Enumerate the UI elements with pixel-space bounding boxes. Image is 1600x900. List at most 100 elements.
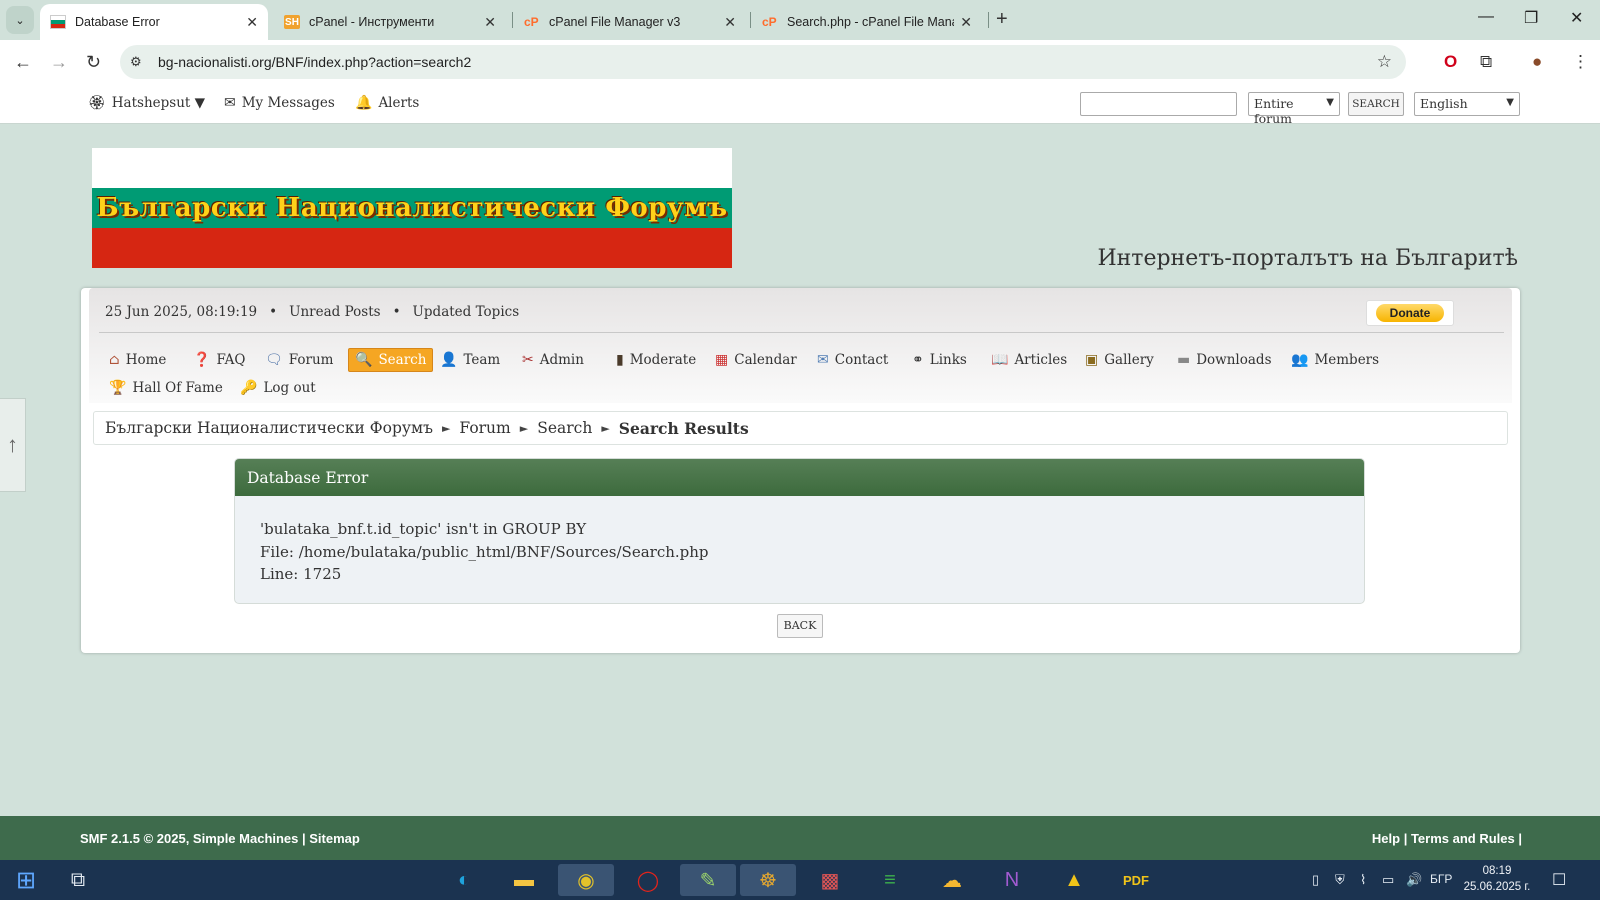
system-clock[interactable]: 08:19 25.06.2025 г. bbox=[1462, 863, 1532, 895]
breadcrumb-forum[interactable]: Forum bbox=[459, 419, 510, 437]
gimp-icon[interactable]: ☸ bbox=[740, 864, 796, 896]
my-messages-link[interactable]: ✉ My Messages bbox=[224, 95, 335, 111]
notifications-icon[interactable]: ☐ bbox=[1552, 870, 1566, 890]
menu-item-log-out[interactable]: 🔑 Log out bbox=[234, 376, 322, 400]
menu-item-admin[interactable]: ✂ Admin bbox=[516, 348, 590, 372]
chrome-icon[interactable]: ◉ bbox=[558, 864, 614, 896]
menu-item-search[interactable]: 🔍 Search bbox=[348, 348, 434, 372]
layers-app-icon[interactable]: ≡ bbox=[870, 864, 910, 896]
paperclip-tray-icon[interactable]: ⌇ bbox=[1360, 872, 1366, 888]
profile-avatar-icon[interactable]: ● bbox=[1532, 52, 1542, 72]
edge-browser-icon[interactable]: ◐ bbox=[444, 864, 484, 896]
menu-item-team[interactable]: 👤 Team bbox=[434, 348, 506, 372]
onenote-icon[interactable]: N bbox=[992, 864, 1032, 896]
pdf-app-icon[interactable]: PDF bbox=[1116, 864, 1156, 896]
close-tab-icon[interactable]: ✕ bbox=[960, 14, 972, 31]
forward-arrow-icon[interactable]: → bbox=[50, 52, 68, 73]
opera-extension-icon[interactable]: O bbox=[1444, 52, 1457, 72]
tab-title: cPanel - Инструменти bbox=[309, 15, 435, 29]
menu-item-faq[interactable]: ❓ FAQ bbox=[187, 348, 251, 372]
menu-label: Gallery bbox=[1104, 352, 1154, 368]
warning-app-icon[interactable]: ▲ bbox=[1054, 864, 1094, 896]
tab-database-error[interactable]: Database Error ✕ bbox=[40, 4, 268, 40]
bookmark-star-icon[interactable]: ☆ bbox=[1377, 52, 1392, 72]
donate-button[interactable]: Donate bbox=[1366, 300, 1454, 326]
site-info-icon[interactable]: ⚙ bbox=[130, 54, 150, 70]
footer-links[interactable]: Help | Terms and Rules | bbox=[1372, 831, 1522, 846]
browser-menu-icon[interactable]: ⋮ bbox=[1572, 52, 1589, 72]
menu-label: Contact bbox=[834, 352, 889, 368]
tab-title: cPanel File Manager v3 bbox=[549, 15, 681, 29]
menu-label: Hall Of Fame bbox=[132, 380, 223, 396]
windows-taskbar: ⊞ ⧉ ◐ ▬ ◉ ◯ ✎ ☸ ▩ ≡ ☁ N ▲ PDF ▯ ⛨ ⌇ ▭ 🔊 … bbox=[0, 860, 1600, 900]
menu-item-links[interactable]: ⚭ Links bbox=[906, 348, 973, 372]
menu-item-members[interactable]: 👥 Members bbox=[1285, 348, 1385, 372]
breadcrumb: Български Националистически Форумъ ► For… bbox=[93, 411, 1508, 445]
tab-cpanel-file-manager[interactable]: cP cPanel File Manager v3 ✕ bbox=[514, 4, 746, 40]
breadcrumb-search[interactable]: Search bbox=[537, 419, 592, 437]
usb-tray-icon[interactable]: ▯ bbox=[1312, 872, 1319, 888]
double-commander-icon[interactable]: ▩ bbox=[810, 864, 850, 896]
language-select[interactable]: English ▼ bbox=[1414, 92, 1520, 116]
clock-date: 25.06.2025 г. bbox=[1463, 881, 1531, 893]
breadcrumb-separator-icon: ► bbox=[601, 421, 610, 435]
alerts-link[interactable]: 🔔 Alerts bbox=[355, 95, 419, 111]
file-explorer-icon[interactable]: ▬ bbox=[504, 864, 544, 896]
unread-posts-link[interactable]: Unread Posts bbox=[289, 304, 380, 320]
menu-item-forum[interactable]: 🗨 Forum bbox=[259, 348, 340, 372]
opera-icon[interactable]: ◯ bbox=[628, 864, 668, 896]
scroll-top-arrow-icon[interactable]: ↑ bbox=[0, 398, 26, 492]
forum-logo-banner[interactable]: Български Националистически Форумъ bbox=[92, 148, 732, 268]
notepad-plus-icon[interactable]: ✎ bbox=[680, 864, 736, 896]
updated-topics-link[interactable]: Updated Topics bbox=[413, 304, 520, 320]
menu-item-contact[interactable]: ✉ Contact bbox=[811, 348, 894, 372]
url-text[interactable]: bg-nacionalisti.org/BNF/index.php?action… bbox=[158, 54, 471, 70]
back-arrow-icon[interactable]: ← bbox=[14, 52, 32, 73]
menu-item-calendar[interactable]: ▦ Calendar bbox=[709, 348, 803, 372]
address-bar[interactable]: ⚙ bg-nacionalisti.org/BNF/index.php?acti… bbox=[120, 45, 1406, 79]
start-windows-icon[interactable]: ⊞ bbox=[6, 864, 46, 896]
menu-item-gallery[interactable]: ▣ Gallery bbox=[1079, 348, 1160, 372]
menu-item-downloads[interactable]: ▬ Downloads bbox=[1171, 348, 1278, 372]
tab-search-php[interactable]: cP Search.php - cPanel File Manag ✕ bbox=[752, 4, 982, 40]
menu-item-home[interactable]: ⌂ Home bbox=[103, 348, 172, 372]
network-icon[interactable]: ▭ bbox=[1382, 872, 1394, 888]
search-button[interactable]: SEARCH bbox=[1348, 92, 1404, 116]
window-close-icon[interactable]: ✕ bbox=[1570, 8, 1583, 28]
current-datetime: 25 Jun 2025, 08:19:19 bbox=[105, 304, 258, 320]
envelope-icon: ✉ bbox=[817, 352, 829, 368]
close-tab-icon[interactable]: ✕ bbox=[724, 14, 736, 31]
search-scope-value: Entire forum bbox=[1254, 96, 1294, 126]
menu-item-hall-of-fame[interactable]: 🏆 Hall Of Fame bbox=[103, 376, 229, 400]
panel-header: 25 Jun 2025, 08:19:19 • Unread Posts • U… bbox=[89, 288, 1512, 403]
new-tab-icon[interactable]: + bbox=[996, 8, 1008, 31]
user-menu[interactable]: 🏵 Hatshepsut ▼ bbox=[88, 95, 205, 111]
input-language[interactable]: БГР bbox=[1430, 872, 1452, 886]
restore-icon[interactable]: ❐ bbox=[1524, 8, 1538, 28]
error-body: 'bulataka_bnf.t.id_topic' isn't in GROUP… bbox=[235, 496, 1364, 603]
help-icon: ❓ bbox=[193, 352, 211, 368]
tab-cpanel-tools[interactable]: SH cPanel - Инструменти ✕ bbox=[274, 4, 506, 40]
security-shield-icon[interactable]: ⛨ bbox=[1335, 872, 1345, 888]
task-view-icon[interactable]: ⧉ bbox=[58, 864, 98, 896]
menu-label: Log out bbox=[263, 380, 316, 396]
tab-search-button[interactable]: ⌄ bbox=[6, 6, 34, 34]
menu-item-moderate[interactable]: ▮ Moderate bbox=[610, 348, 702, 372]
weather-icon[interactable]: ☁ bbox=[932, 864, 972, 896]
close-tab-icon[interactable]: ✕ bbox=[484, 14, 496, 31]
reload-icon[interactable]: ↻ bbox=[86, 52, 101, 73]
group-icon: 👥 bbox=[1291, 352, 1309, 368]
footer-credits[interactable]: SMF 2.1.5 © 2025, Simple Machines | Site… bbox=[80, 831, 360, 846]
menu-label: Members bbox=[1314, 352, 1380, 368]
extensions-puzzle-icon[interactable]: ⧉ bbox=[1480, 52, 1492, 72]
menu-item-articles[interactable]: 📖 Articles bbox=[985, 348, 1073, 372]
close-tab-icon[interactable]: ✕ bbox=[246, 14, 258, 31]
donate-label: Donate bbox=[1375, 304, 1445, 322]
breadcrumb-forum-home[interactable]: Български Националистически Форумъ bbox=[105, 419, 433, 437]
back-button[interactable]: BACK bbox=[777, 614, 823, 638]
volume-icon[interactable]: 🔊 bbox=[1406, 872, 1422, 888]
search-scope-select[interactable]: Entire forum ▼ bbox=[1248, 92, 1340, 126]
tab-title: Search.php - cPanel File Manag bbox=[787, 15, 955, 29]
forum-search-input[interactable] bbox=[1080, 92, 1237, 116]
minimize-icon[interactable]: — bbox=[1478, 8, 1494, 26]
